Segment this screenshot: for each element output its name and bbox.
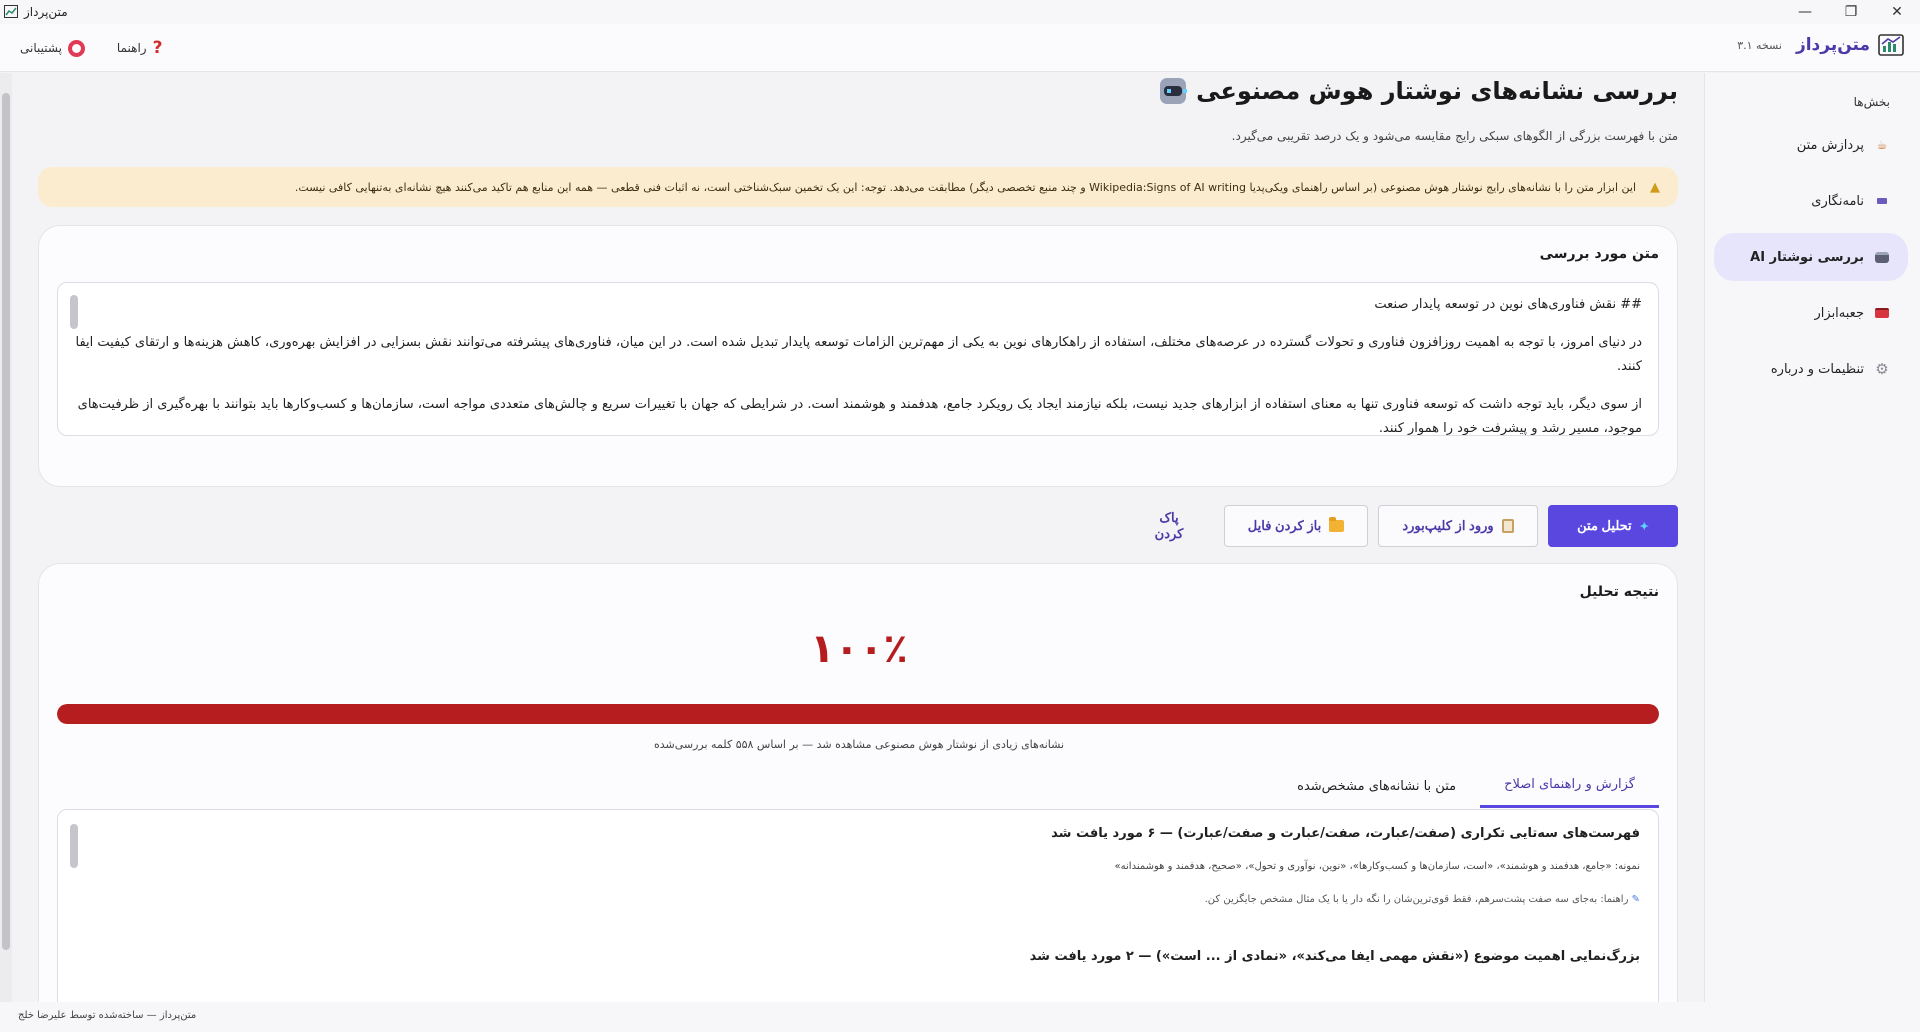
score-value: ۱۰۰٪ <box>810 626 908 672</box>
open-file-button[interactable]: باز کردن فایل <box>1224 505 1368 547</box>
editor-paragraph: در دنیای امروز، با توجه به اهمیت روزافزو… <box>75 335 1642 374</box>
header-links: پشتیبانی راهنما ? <box>16 36 166 60</box>
issue-guide-text: راهنما: به‌جای سه صفت پشت‌سرهم، فقط قوی‌… <box>1204 894 1629 905</box>
analyze-label: تحلیل متن <box>1577 518 1632 533</box>
open-file-label: باز کردن فایل <box>1247 518 1322 533</box>
sidebar-item-label: بررسی نوشتار AI <box>1750 249 1864 265</box>
sidebar-item-letter[interactable]: نامه‌نگاری <box>1714 177 1908 225</box>
editor-scrollbar[interactable] <box>70 295 78 329</box>
help-link[interactable]: راهنما ? <box>113 36 167 60</box>
text-processing-icon: ☕ <box>1876 138 1888 152</box>
window-titlebar: متن‌پرداز — ❐ ✕ <box>0 0 1920 24</box>
report-scrollbar[interactable] <box>70 824 78 868</box>
sidebar-item-ai-check[interactable]: بررسی نوشتار AI <box>1714 233 1908 281</box>
app-logo-icon <box>4 5 18 18</box>
page-title-text: بررسی نشانه‌های نوشتار هوش مصنوعی <box>1196 77 1678 105</box>
warning-icon: ▲ <box>1650 179 1660 195</box>
result-caption: نشانه‌های زیادی از نوشتار هوش مصنوعی مشا… <box>653 738 1065 751</box>
scrollbar-thumb[interactable] <box>2 93 10 950</box>
window-title: متن‌پرداز <box>24 5 68 19</box>
result-tabs: گزارش و راهنمای اصلاح متن با نشانه‌های م… <box>1273 764 1659 808</box>
brand: متن‌پرداز نسخه ۳.۱ <box>1737 34 1904 56</box>
editor-paragraph: ## نقش فناوری‌های نوین در توسعه پایدار ص… <box>1374 297 1642 312</box>
score-bar-fill <box>57 704 1659 724</box>
brand-logo-icon <box>1878 34 1904 56</box>
toolbox-icon <box>1874 306 1890 320</box>
close-button[interactable]: ✕ <box>1874 0 1920 24</box>
question-icon: ? <box>152 38 163 58</box>
result-card-title: نتیجه تحلیل <box>1579 584 1659 600</box>
clear-label: پاک کردن <box>1154 510 1184 541</box>
sidebar-item-label: پردازش متن <box>1796 137 1864 153</box>
support-link[interactable]: پشتیبانی <box>16 38 89 59</box>
editor-paragraph: از سوی دیگر، باید توجه داشت که توسعه فنا… <box>77 397 1642 436</box>
input-card: متن مورد بررسی ## نقش فناوری‌های نوین در… <box>38 225 1678 487</box>
app-header: متن‌پرداز نسخه ۳.۱ پشتیبانی راهنما ? <box>0 24 1920 72</box>
sidebar-item-settings[interactable]: ⚙ تنظیمات و درباره <box>1714 345 1908 393</box>
sidebar-item-label: تنظیمات و درباره <box>1770 361 1864 377</box>
robot-icon <box>1874 250 1890 264</box>
issue-title: فهرست‌های سه‌تایی تکراری (صفت/عبارت، صفت… <box>1051 826 1640 841</box>
input-card-title: متن مورد بررسی <box>1539 246 1659 262</box>
report-panel: فهرست‌های سه‌تایی تکراری (صفت/عبارت، صفت… <box>57 809 1659 1029</box>
sidebar-item-text-processing[interactable]: ☕ پردازش متن <box>1714 121 1908 169</box>
pencil-icon: ✎ <box>1631 894 1640 905</box>
sidebar-heading: بخش‌ها <box>1853 95 1890 109</box>
action-bar: ✦ تحلیل متن ورود از کلیپ‌بورد باز کردن ف… <box>1124 505 1678 547</box>
sparkle-icon: ✦ <box>1639 520 1649 533</box>
brand-name: متن‌پرداز <box>1795 35 1870 55</box>
info-alert: ▲ این ابزار متن را با نشانه‌های رایج نوش… <box>38 167 1678 207</box>
tab-report[interactable]: گزارش و راهنمای اصلاح <box>1480 764 1659 808</box>
support-label: پشتیبانی <box>20 41 62 55</box>
page-subtitle: متن با فهرست بزرگی از الگوهای سبکی رایج … <box>1231 129 1678 143</box>
robot-icon <box>1160 78 1188 104</box>
letter-icon <box>1874 194 1890 208</box>
tab-highlighted-text[interactable]: متن با نشانه‌های مشخص‌شده <box>1273 764 1480 808</box>
clipboard-button[interactable]: ورود از کلیپ‌بورد <box>1378 505 1538 547</box>
alert-text: این ابزار متن را با نشانه‌های رایج نوشتا… <box>294 180 1636 194</box>
gear-icon: ⚙ <box>1875 360 1889 378</box>
analyze-button[interactable]: ✦ تحلیل متن <box>1548 505 1678 547</box>
score-bar <box>57 704 1659 724</box>
clipboard-label: ورود از کلیپ‌بورد <box>1402 518 1494 533</box>
minimize-button[interactable]: — <box>1782 0 1828 24</box>
issue-title: بزرگ‌نمایی اهمیت موضوع («نقش مهمی ایفا م… <box>1029 949 1640 964</box>
issue-sample: نمونه: «جامع، هدفمند و هوشمند»، «است، سا… <box>1114 861 1640 872</box>
status-footer: متن‌پرداز — ساخته‌شده توسط علیرضا خلج <box>0 1002 1920 1032</box>
sidebar-item-toolbox[interactable]: جعبه‌ابزار <box>1714 289 1908 337</box>
sidebar: بخش‌ها ☕ پردازش متن نامه‌نگاری بررسی نوش… <box>1704 73 1920 1002</box>
text-editor[interactable]: ## نقش فناوری‌های نوین در توسعه پایدار ص… <box>57 282 1659 436</box>
sidebar-item-label: جعبه‌ابزار <box>1814 305 1865 321</box>
issue-guide: ✎ راهنما: به‌جای سه صفت پشت‌سرهم، فقط قو… <box>76 894 1640 905</box>
footer-text: متن‌پرداز — ساخته‌شده توسط علیرضا خلج <box>18 1010 197 1021</box>
lifebuoy-icon <box>67 39 85 57</box>
page-title: بررسی نشانه‌های نوشتار هوش مصنوعی <box>38 73 1678 109</box>
folder-icon <box>1329 517 1345 532</box>
result-card: نتیجه تحلیل ۱۰۰٪ نشانه‌های زیادی از نوشت… <box>38 563 1678 1032</box>
clear-button[interactable]: پاک کردن <box>1124 505 1214 547</box>
clipboard-icon <box>1501 519 1514 533</box>
help-label: راهنما <box>116 41 147 55</box>
restore-button[interactable]: ❐ <box>1828 0 1874 24</box>
sidebar-item-label: نامه‌نگاری <box>1811 193 1864 209</box>
version-label: نسخه ۳.۱ <box>1737 38 1782 52</box>
main-scrollbar[interactable] <box>0 73 12 1002</box>
